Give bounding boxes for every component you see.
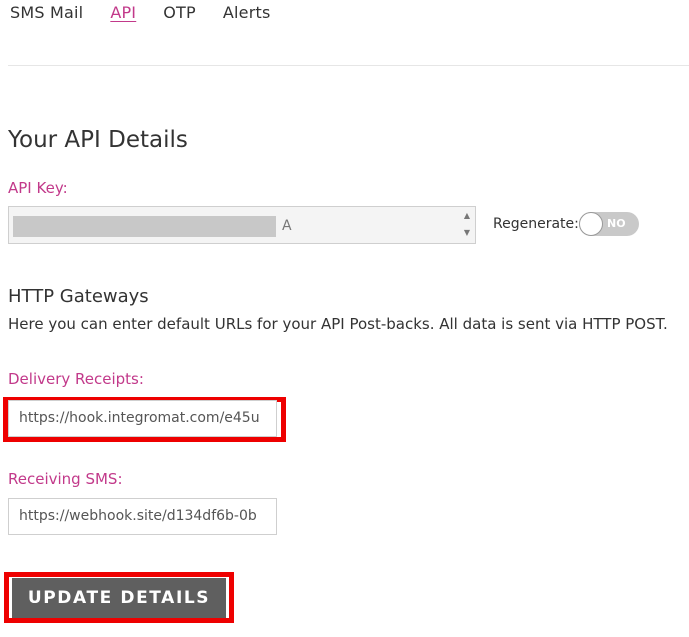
tab-alerts[interactable]: Alerts	[223, 3, 271, 27]
api-key-label: API Key:	[8, 179, 68, 197]
scroll-up-icon[interactable]: ▲	[459, 207, 475, 224]
update-details-button[interactable]: UPDATE DETAILS	[12, 578, 226, 618]
tab-otp[interactable]: OTP	[163, 3, 196, 27]
scroll-down-icon[interactable]: ▼	[459, 224, 475, 241]
page-title: Your API Details	[8, 127, 188, 153]
toggle-state-text: NO	[607, 217, 626, 230]
regenerate-toggle[interactable]: NO	[579, 212, 639, 236]
tab-divider	[8, 65, 689, 66]
delivery-receipts-label: Delivery Receipts:	[8, 370, 144, 388]
api-key-scrollbar[interactable]: ▲ ▼	[459, 207, 475, 243]
http-gateways-title: HTTP Gateways	[8, 286, 149, 307]
tab-sms-mail[interactable]: SMS Mail	[10, 3, 83, 27]
toggle-knob	[579, 212, 603, 236]
http-gateways-description: Here you can enter default URLs for your…	[8, 315, 668, 333]
regenerate-label: Regenerate:	[493, 216, 579, 232]
tab-bar: SMS Mail API OTP Alerts	[10, 3, 297, 27]
api-key-value: A	[282, 218, 292, 234]
api-key-field[interactable]: A ▲ ▼	[8, 206, 476, 244]
delivery-receipts-input[interactable]: https://hook.integromat.com/e45u	[8, 400, 277, 437]
receiving-sms-input[interactable]: https://webhook.site/d134df6b-0b	[8, 498, 277, 535]
receiving-sms-label: Receiving SMS:	[8, 470, 123, 488]
api-key-redaction	[13, 216, 276, 237]
tab-api[interactable]: API	[110, 3, 136, 27]
